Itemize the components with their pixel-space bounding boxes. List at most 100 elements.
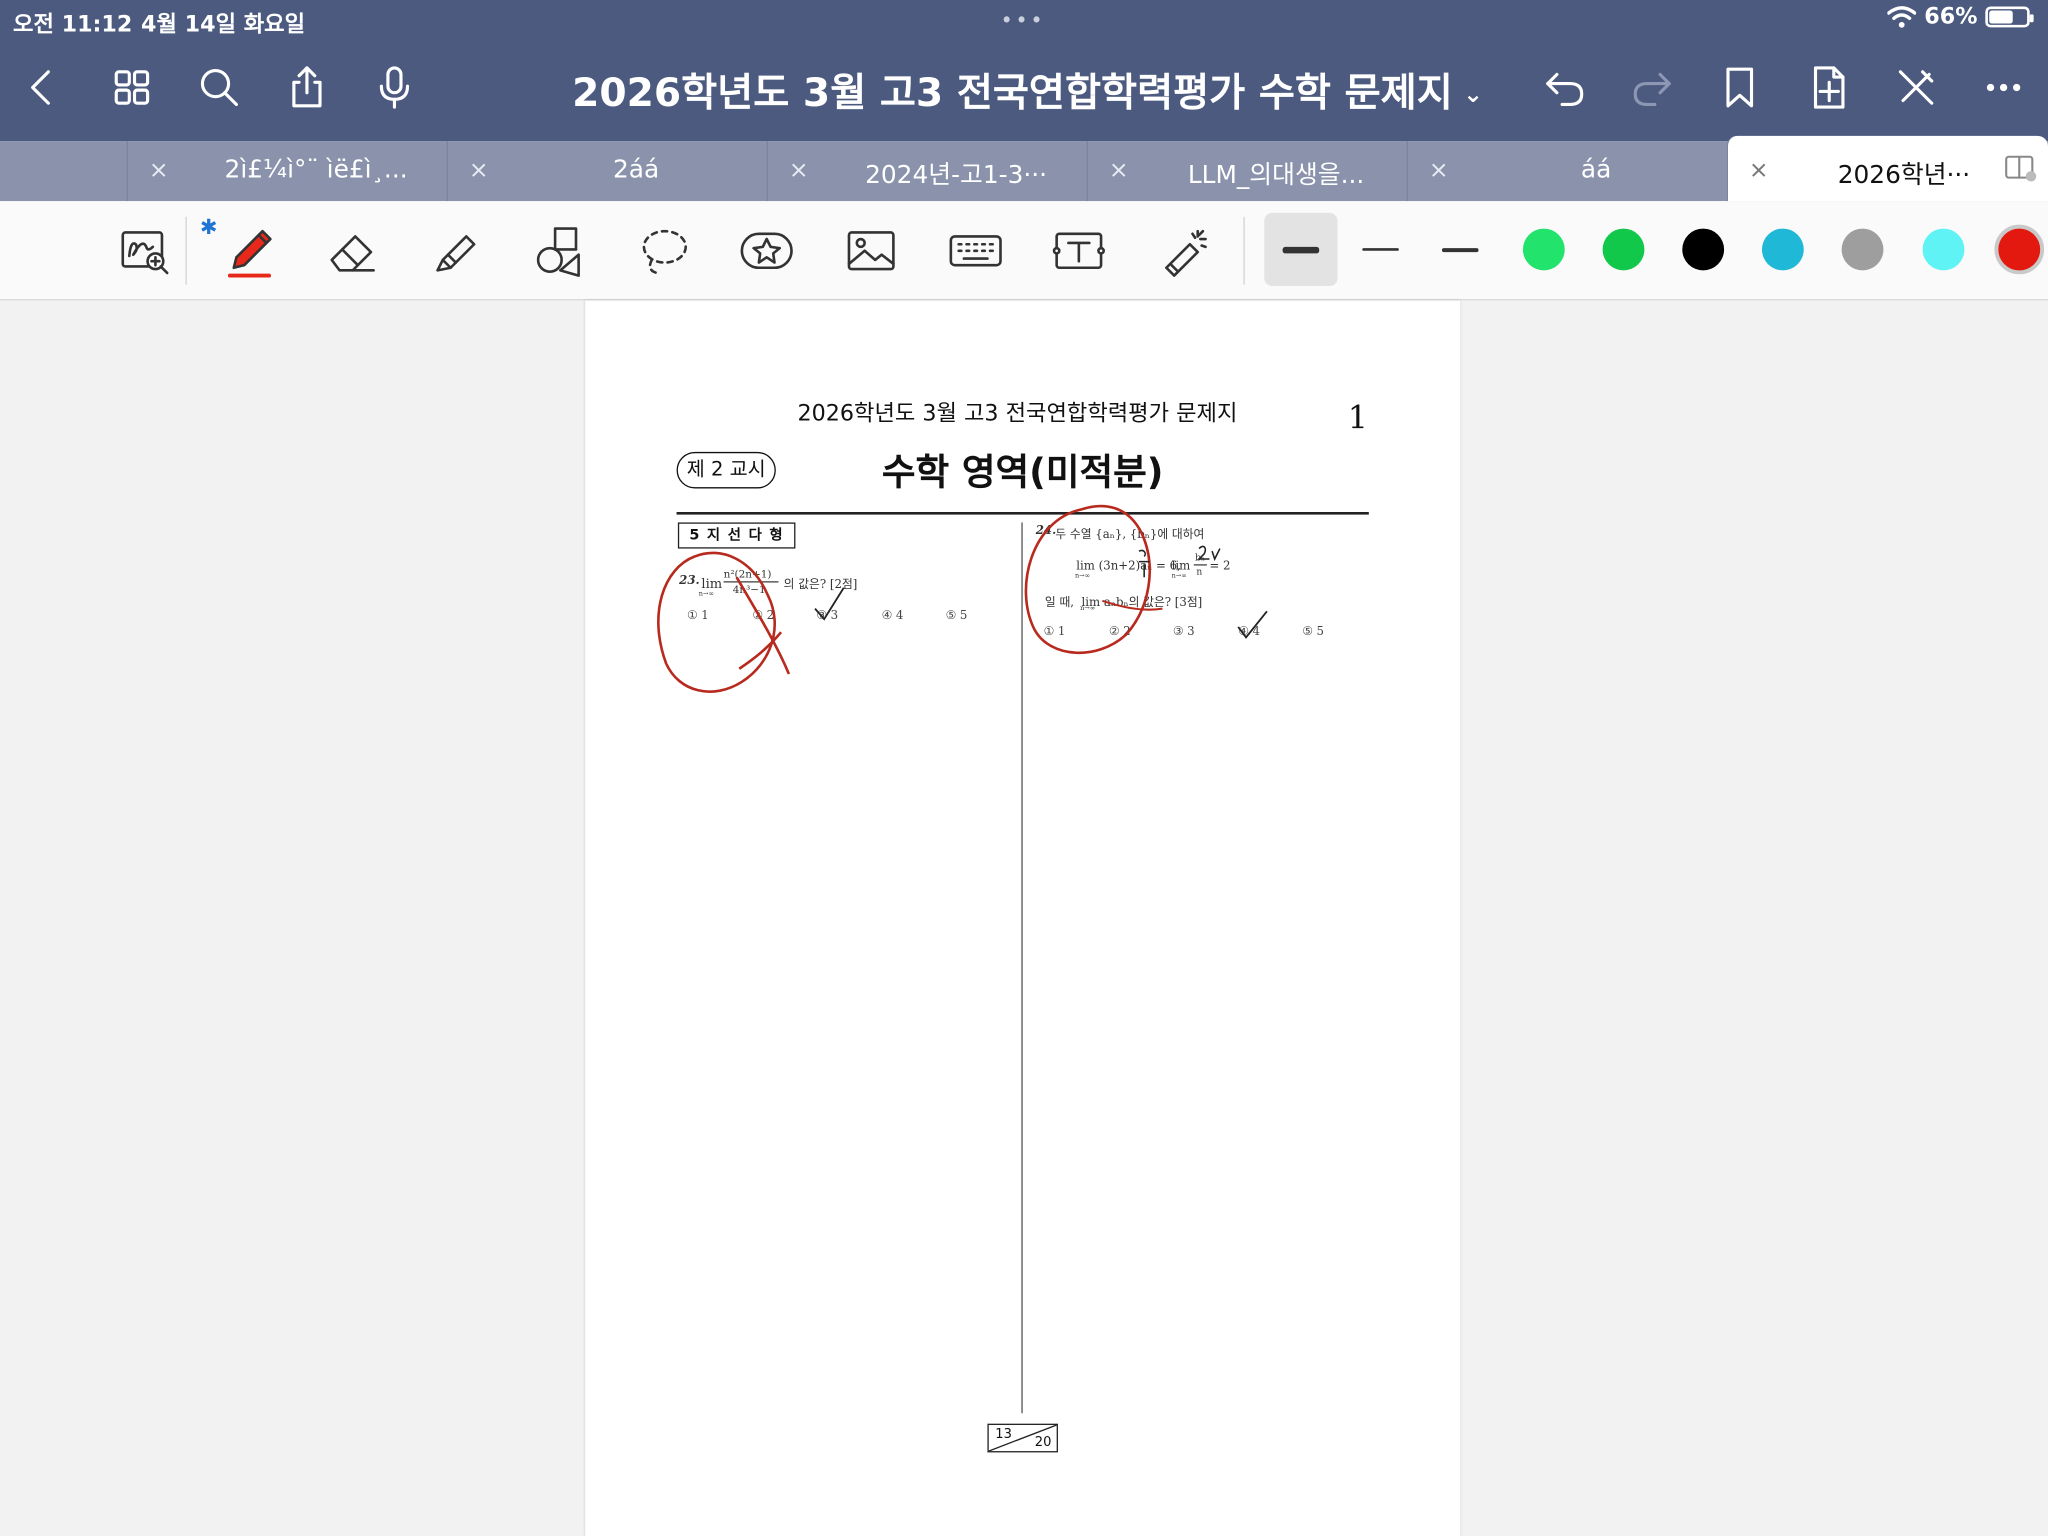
share-icon[interactable] — [277, 57, 337, 117]
bookmark-icon[interactable] — [1710, 57, 1770, 117]
tab-label: 2áá — [612, 155, 660, 185]
tab-label: 2024년-고1-3··· — [865, 160, 1048, 190]
more-icon[interactable] — [1974, 57, 2034, 117]
battery-percent: 66% — [1924, 3, 1978, 31]
redo-icon[interactable] — [1622, 57, 1682, 117]
battery-fill — [1989, 10, 2014, 24]
tab-label: 2ì£¼ì°¨ ìë£ì¸... — [224, 155, 408, 185]
annotation-toolbar: ✱ — [0, 201, 2048, 301]
wifi-icon — [1887, 6, 1917, 28]
q23-choice-5[interactable]: ⑤ 5 — [946, 610, 968, 623]
keyboard-icon[interactable] — [936, 212, 1014, 290]
tab-close-icon[interactable]: × — [1749, 157, 1769, 184]
q24-choice-5[interactable]: ⑤ 5 — [1302, 626, 1324, 639]
add-page-icon[interactable] — [1799, 57, 1859, 117]
status-indicators: 66% — [1887, 3, 2034, 31]
page-counter-current: 13 — [995, 1427, 1012, 1442]
subject-title: 수학 영역(미적분) — [881, 450, 1164, 494]
microphone-icon[interactable] — [364, 57, 424, 117]
stroke-thick-button[interactable] — [1264, 212, 1338, 287]
sticker-icon[interactable] — [728, 212, 806, 290]
color-swatch-4[interactable] — [1761, 228, 1804, 271]
q23-choice-3[interactable]: ③ 3 — [816, 610, 838, 623]
q24-choice-1[interactable]: ① 1 — [1044, 626, 1066, 639]
tab-label: áá — [1580, 155, 1612, 185]
shapes-icon[interactable] — [520, 212, 598, 290]
color-swatch-2[interactable] — [1602, 228, 1645, 271]
pen-off-icon[interactable] — [1886, 57, 1946, 117]
q24-line3-pre: 일 때, — [1044, 596, 1075, 610]
tab-2[interactable]: × 2áá — [446, 141, 767, 202]
split-view-icon[interactable] — [2004, 154, 2038, 183]
q23-fraction-bar — [723, 581, 779, 583]
tab-close-icon[interactable]: × — [149, 157, 169, 184]
q23-suffix: 의 값은? [2점] — [783, 578, 858, 592]
q24-choice-4[interactable]: ④ 4 — [1238, 626, 1260, 639]
q24-expr-a: lim (3n+2)aₙ = 6, — [1076, 560, 1181, 574]
tab-label: LLM_의대생을... — [1187, 160, 1365, 190]
grid-icon[interactable] — [102, 57, 162, 117]
q24-frac-num: bₙ — [1195, 552, 1205, 563]
q23-choice-2[interactable]: ② 2 — [752, 610, 774, 623]
page-number: 1 — [1347, 399, 1368, 437]
color-swatch-6[interactable] — [1922, 228, 1965, 271]
app-screen: 오전 11:12 4월 14일 화요일 ••• 66% 2026학년도 3월 고… — [0, 0, 2048, 1536]
image-icon[interactable] — [832, 212, 910, 290]
pen-icon[interactable] — [209, 212, 287, 290]
tab-3[interactable]: × 2024년-고1-3··· — [766, 141, 1087, 202]
status-time: 오전 11:12 — [13, 11, 133, 38]
ink-cross-q23-b — [738, 631, 783, 670]
document-title-text: 2026학년도 3월 고3 전국연합학력평가 수학 문제지 — [572, 70, 1453, 117]
eraser-icon[interactable] — [312, 212, 390, 290]
q23-numerator: n²(2n+1) — [723, 568, 772, 580]
document-title[interactable]: 2026학년도 3월 고3 전국연합학력평가 수학 문제지 ⌄ — [572, 60, 1483, 117]
color-swatch-3[interactable] — [1682, 228, 1725, 271]
undo-icon[interactable] — [1535, 57, 1595, 117]
color-swatch-5[interactable] — [1841, 228, 1884, 271]
tab-strip: × 2ì£¼ì°¨ ìë£ì¸... × 2áá × 2024년-고1-3···… — [0, 135, 2048, 202]
status-date: 4월 14일 화요일 — [141, 11, 306, 38]
battery-icon — [1985, 6, 2034, 28]
tab-1[interactable]: × 2ì£¼ì°¨ ìë£ì¸... — [126, 141, 447, 202]
tab-5[interactable]: × áá — [1406, 141, 1727, 202]
tab-close-icon[interactable]: × — [1429, 157, 1449, 184]
q24-expr-b-tail: = 2 — [1209, 560, 1231, 574]
color-swatch-selected[interactable] — [1994, 224, 2045, 275]
q24-choice-3[interactable]: ③ 3 — [1173, 626, 1195, 639]
q23-choice-4[interactable]: ④ 4 — [882, 610, 904, 623]
q24-number: 24. — [1035, 525, 1057, 539]
document-page[interactable]: 2026학년도 3월 고3 전국연합학력평가 문제지 1 제 2 교시 수학 영… — [585, 300, 1461, 1536]
tab-4[interactable]: × LLM_의대생을... — [1086, 141, 1407, 202]
q23-limit-sub: n→∞ — [698, 590, 714, 599]
column-divider — [1021, 522, 1023, 1414]
lasso-icon[interactable] — [624, 212, 702, 290]
stroke-thin-button[interactable] — [1424, 213, 1497, 286]
q23-choice-1[interactable]: ① 1 — [687, 610, 709, 623]
q23-denominator: 4n³−1 — [732, 583, 766, 596]
q24-choice-2[interactable]: ② 2 — [1109, 626, 1131, 639]
search-icon[interactable] — [189, 57, 249, 117]
q23-number: 23. — [679, 574, 700, 588]
q24-limit-sub-b: n→∞ — [1171, 572, 1187, 580]
tab-close-icon[interactable]: × — [469, 157, 489, 184]
highlighter-icon[interactable] — [415, 212, 493, 290]
toolbar-divider — [185, 216, 187, 285]
tab-close-icon[interactable]: × — [1109, 157, 1129, 184]
laser-pointer-icon[interactable] — [1144, 212, 1222, 290]
q24-limit-sub-a: n→∞ — [1074, 572, 1091, 580]
period-badge: 제 2 교시 — [676, 451, 776, 489]
q24-fraction-bar — [1193, 564, 1207, 566]
tab-close-icon[interactable]: × — [789, 157, 809, 184]
color-swatch-1[interactable] — [1522, 228, 1565, 271]
title-bar: 오전 11:12 4월 14일 화요일 ••• 66% 2026학년도 3월 고… — [0, 0, 2048, 142]
multitasking-dots[interactable]: ••• — [1000, 8, 1045, 33]
page-counter-box: 13 20 — [987, 1423, 1058, 1453]
tab-6-active[interactable]: × 2026학년··· — [1726, 135, 2048, 202]
zoom-handwriting-icon[interactable] — [104, 212, 182, 290]
stroke-medium-button[interactable] — [1344, 213, 1417, 286]
q24-line3-expr: lim aₙbₙ의 값은? [3점] — [1081, 596, 1203, 610]
header-rule — [676, 511, 1369, 514]
text-box-icon[interactable] — [1040, 212, 1118, 290]
title-chevron-icon[interactable]: ⌄ — [1463, 81, 1483, 108]
back-icon[interactable] — [13, 57, 73, 117]
